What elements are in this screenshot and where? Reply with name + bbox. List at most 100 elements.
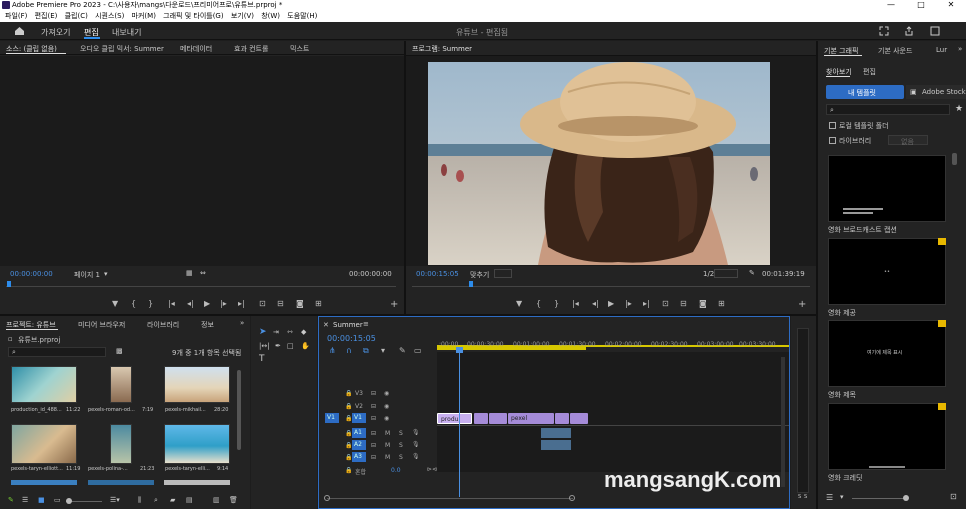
rectangle-tool-icon[interactable]: □ (287, 342, 294, 350)
zoom-slider-handle[interactable] (66, 498, 72, 504)
share-icon[interactable] (904, 26, 914, 36)
template-thumb[interactable] (828, 155, 946, 222)
sync-lock-icon[interactable]: ⊟ (371, 454, 376, 461)
new-bin-from-search-icon[interactable]: ▩ (116, 347, 123, 355)
new-bin-icon[interactable]: ▰ (170, 496, 175, 504)
mic-icon[interactable]: 🎙 (412, 441, 420, 448)
marker-icon[interactable]: ▼ (516, 299, 522, 308)
sort-icon[interactable]: ☰▾ (110, 496, 120, 504)
my-templates-button[interactable]: 내 템플릿 (826, 85, 904, 99)
sync-lock-icon[interactable]: ⊟ (371, 442, 376, 449)
lock-icon[interactable]: 🔒 (345, 467, 352, 474)
camera-icon[interactable]: ◙ (296, 299, 304, 308)
minimize-button[interactable]: — (876, 0, 906, 10)
timeline-timecode[interactable]: 00:00:15:05 (327, 334, 376, 343)
video-clip[interactable] (489, 413, 507, 424)
camera-icon[interactable]: ◙ (699, 299, 707, 308)
local-templates-checkbox[interactable] (829, 122, 836, 129)
mix-go-to-end-icon[interactable]: ⊳⊲ (427, 466, 437, 473)
mark-in-icon[interactable]: { (536, 299, 541, 308)
captions-icon[interactable]: ▭ (414, 346, 422, 355)
nest-icon[interactable]: ⋔ (329, 346, 336, 355)
track-select-icon[interactable]: ⇥ (273, 328, 279, 336)
solo-button[interactable]: S (399, 454, 403, 461)
video-clip[interactable]: pexel (508, 413, 554, 424)
tab-audio-clip-mixer[interactable]: 오디오 클립 믹서: Summer (80, 44, 164, 54)
pencil-icon[interactable]: ✎ (8, 496, 14, 504)
lock-icon[interactable]: 🔒 (345, 390, 352, 397)
menu-edit[interactable]: 편집(E) (35, 12, 58, 20)
sync-lock-icon[interactable]: ⊟ (371, 403, 376, 410)
tab-metadata[interactable]: 메타데이터 (180, 44, 212, 54)
media-thumbnail[interactable] (164, 424, 230, 464)
ripple-edit-icon[interactable]: ⇿ (287, 328, 293, 336)
go-to-in-icon[interactable]: |◂ (572, 299, 579, 308)
eye-icon[interactable]: ◉ (384, 415, 389, 422)
go-to-in-icon[interactable]: |◂ (168, 299, 175, 308)
slider-handle[interactable] (903, 495, 909, 501)
timeline-settings-icon[interactable]: ✎ (399, 346, 406, 355)
tab-mixer[interactable]: 믹스트 (290, 44, 309, 54)
go-to-out-icon[interactable]: ▸| (238, 299, 245, 308)
home-icon[interactable] (14, 26, 25, 36)
automate-icon[interactable]: ⫼ (138, 496, 141, 505)
go-to-out-icon[interactable]: ▸| (643, 299, 650, 308)
sync-lock-icon[interactable]: ⊟ (371, 390, 376, 397)
video-clip[interactable]: produ (437, 413, 472, 424)
page-chevron-icon[interactable]: ▾ (104, 270, 108, 278)
new-layer-icon[interactable]: ⊡ (950, 492, 957, 501)
vr-icon[interactable]: ⊞ (718, 299, 725, 308)
template-thumb[interactable] (828, 403, 946, 470)
resolution-dropdown[interactable] (714, 269, 738, 278)
lift-icon[interactable]: ⊡ (662, 299, 669, 308)
mix-value[interactable]: 0.0 (391, 467, 401, 474)
track-target-v1[interactable]: V1 (352, 413, 366, 423)
hand-tool-icon[interactable]: ✋ (301, 342, 310, 350)
program-viewer[interactable] (406, 56, 816, 266)
more-tabs-icon[interactable]: » (958, 45, 962, 53)
find-icon[interactable]: ⌕ (154, 496, 158, 505)
freeform-view-icon[interactable]: ▭ (54, 496, 61, 504)
list-view-icon[interactable]: ☰ (22, 496, 28, 504)
add-button-icon[interactable]: + (390, 299, 398, 310)
media-thumbnail[interactable] (110, 366, 132, 403)
eye-icon[interactable]: ◉ (384, 390, 389, 397)
lock-icon[interactable]: 🔒 (345, 403, 352, 410)
program-playhead[interactable] (469, 281, 473, 287)
thumbnail-size-slider[interactable] (852, 498, 908, 499)
menu-window[interactable]: 창(W) (261, 12, 280, 20)
clear-icon[interactable]: ▥ (213, 496, 220, 504)
source-viewer[interactable] (0, 56, 404, 266)
sequence-tab[interactable]: Summer (333, 321, 363, 329)
selection-tool-icon[interactable]: ➤ (259, 327, 267, 337)
track-target-a1[interactable]: A1 (352, 428, 366, 438)
eye-icon[interactable]: ◉ (384, 403, 389, 410)
media-thumbnail[interactable] (11, 424, 77, 464)
template-search-input[interactable]: ⌕ (826, 104, 950, 115)
add-button-icon[interactable]: + (798, 299, 806, 310)
step-forward-icon[interactable]: |▸ (625, 299, 632, 308)
trash-icon[interactable]: 🗑 (229, 496, 238, 504)
tab-import[interactable]: 가져오기 (41, 27, 70, 38)
adobe-stock-button[interactable]: ▣ Adobe Stock (906, 85, 966, 99)
wrench-icon[interactable]: ✎ (749, 269, 755, 277)
more-tabs-icon[interactable]: » (240, 319, 244, 327)
extract-icon[interactable]: ⊟ (680, 299, 687, 308)
fit-select[interactable]: 맞추기 (470, 270, 489, 280)
menu-marker[interactable]: 마커(M) (132, 12, 156, 20)
meter-solo-label[interactable]: S (804, 494, 807, 500)
list-view-icon[interactable]: ☰ (826, 493, 833, 502)
media-thumbnail-partial[interactable] (88, 480, 154, 485)
page-select[interactable]: 페이지 1 (74, 270, 100, 280)
step-back-icon[interactable]: ◂| (592, 299, 599, 308)
audio-clip[interactable] (541, 440, 571, 450)
maximize-button[interactable]: □ (906, 0, 936, 10)
notification-icon[interactable] (930, 26, 940, 36)
solo-button[interactable]: S (399, 442, 403, 449)
program-title[interactable]: 프로그램: Summer (412, 44, 472, 54)
snap-icon[interactable]: ∩ (346, 346, 352, 355)
tab-edit-graphics[interactable]: 편집 (863, 67, 876, 77)
new-item-icon[interactable]: ▤ (186, 496, 193, 504)
media-thumbnail[interactable] (11, 366, 77, 403)
source-timecode[interactable]: 00:00:00:00 (10, 270, 53, 278)
